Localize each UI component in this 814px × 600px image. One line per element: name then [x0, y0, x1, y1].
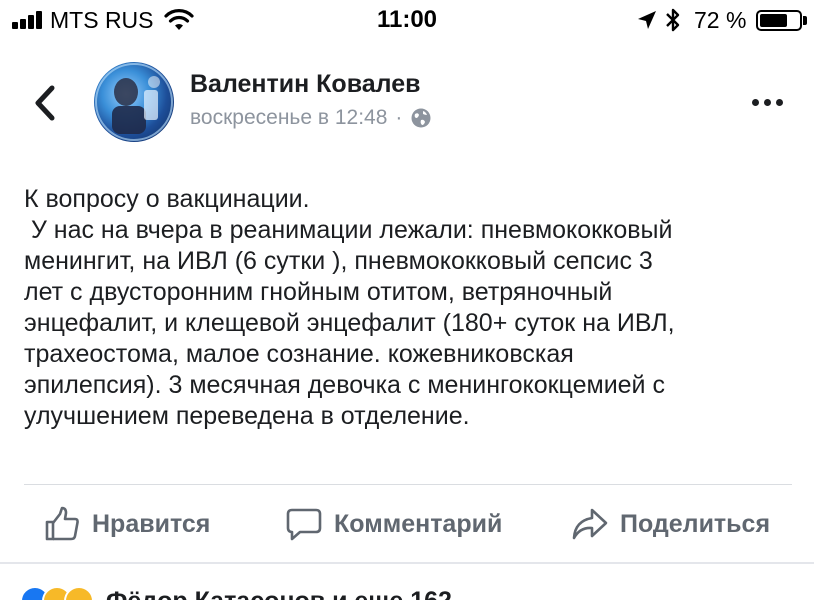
clock-time: 11:00	[376, 6, 438, 33]
post-line: улучшением переведена в отделение.	[24, 402, 470, 430]
battery-level-fill	[760, 14, 788, 27]
author-name[interactable]: Валентин Ковалев	[190, 70, 420, 99]
share-button[interactable]: Поделиться	[570, 502, 770, 546]
post-timestamp[interactable]: воскресенье в 12:48	[190, 106, 387, 130]
comment-label: Комментарий	[334, 509, 503, 538]
battery-percent: 72 %	[694, 7, 747, 33]
like-button[interactable]: Нравится	[42, 502, 210, 546]
post-line: энцефалит, и клещевой энцефалит (180+ су…	[24, 309, 675, 337]
divider	[24, 484, 792, 485]
section-separator	[0, 562, 814, 564]
wifi-icon	[164, 9, 194, 30]
comment-bubble-icon	[286, 508, 322, 541]
location-arrow-icon	[638, 11, 656, 29]
reactions-summary[interactable]: Фёдор Катасонов и еще 162	[20, 586, 452, 600]
post-text: К вопросу о вакцинации. У нас на вчера в…	[24, 184, 794, 432]
post-line: менингит, на ИВЛ (6 сутки ), пневмококко…	[24, 247, 653, 275]
avatar-image	[95, 63, 173, 141]
post-line: У нас на вчера в реанимации лежали: пнев…	[24, 216, 673, 244]
share-arrow-icon	[572, 508, 608, 540]
post-line: эпилепсия). 3 месячная девочка с менинго…	[24, 371, 665, 399]
like-label: Нравится	[92, 509, 211, 538]
more-options-icon[interactable]	[750, 94, 786, 110]
thumbs-up-icon	[45, 506, 79, 541]
share-label: Поделиться	[620, 509, 771, 538]
bluetooth-icon	[666, 8, 680, 32]
post-line: трахеостома, малое сознание. кожевниковс…	[24, 340, 574, 368]
sad-reaction-icon	[64, 586, 94, 600]
back-chevron-icon[interactable]	[28, 82, 64, 124]
status-bar: MTS RUS 11:00 72 %	[0, 0, 814, 42]
meta-separator: ·	[395, 106, 403, 129]
battery-tip	[803, 16, 807, 25]
signal-icon	[12, 11, 46, 29]
globe-icon	[411, 108, 431, 128]
post-line: лет с двусторонним гнойным отитом, ветря…	[24, 278, 613, 306]
reactions-text: Фёдор Катасонов и еще 162	[106, 587, 452, 600]
battery-icon	[756, 10, 802, 31]
post-line: К вопросу о вакцинации.	[24, 185, 310, 213]
post-meta: воскресенье в 12:48 ·	[190, 106, 432, 130]
carrier-name: MTS RUS	[50, 7, 154, 33]
comment-button[interactable]: Комментарий	[284, 502, 502, 546]
author-avatar[interactable]	[94, 62, 174, 142]
